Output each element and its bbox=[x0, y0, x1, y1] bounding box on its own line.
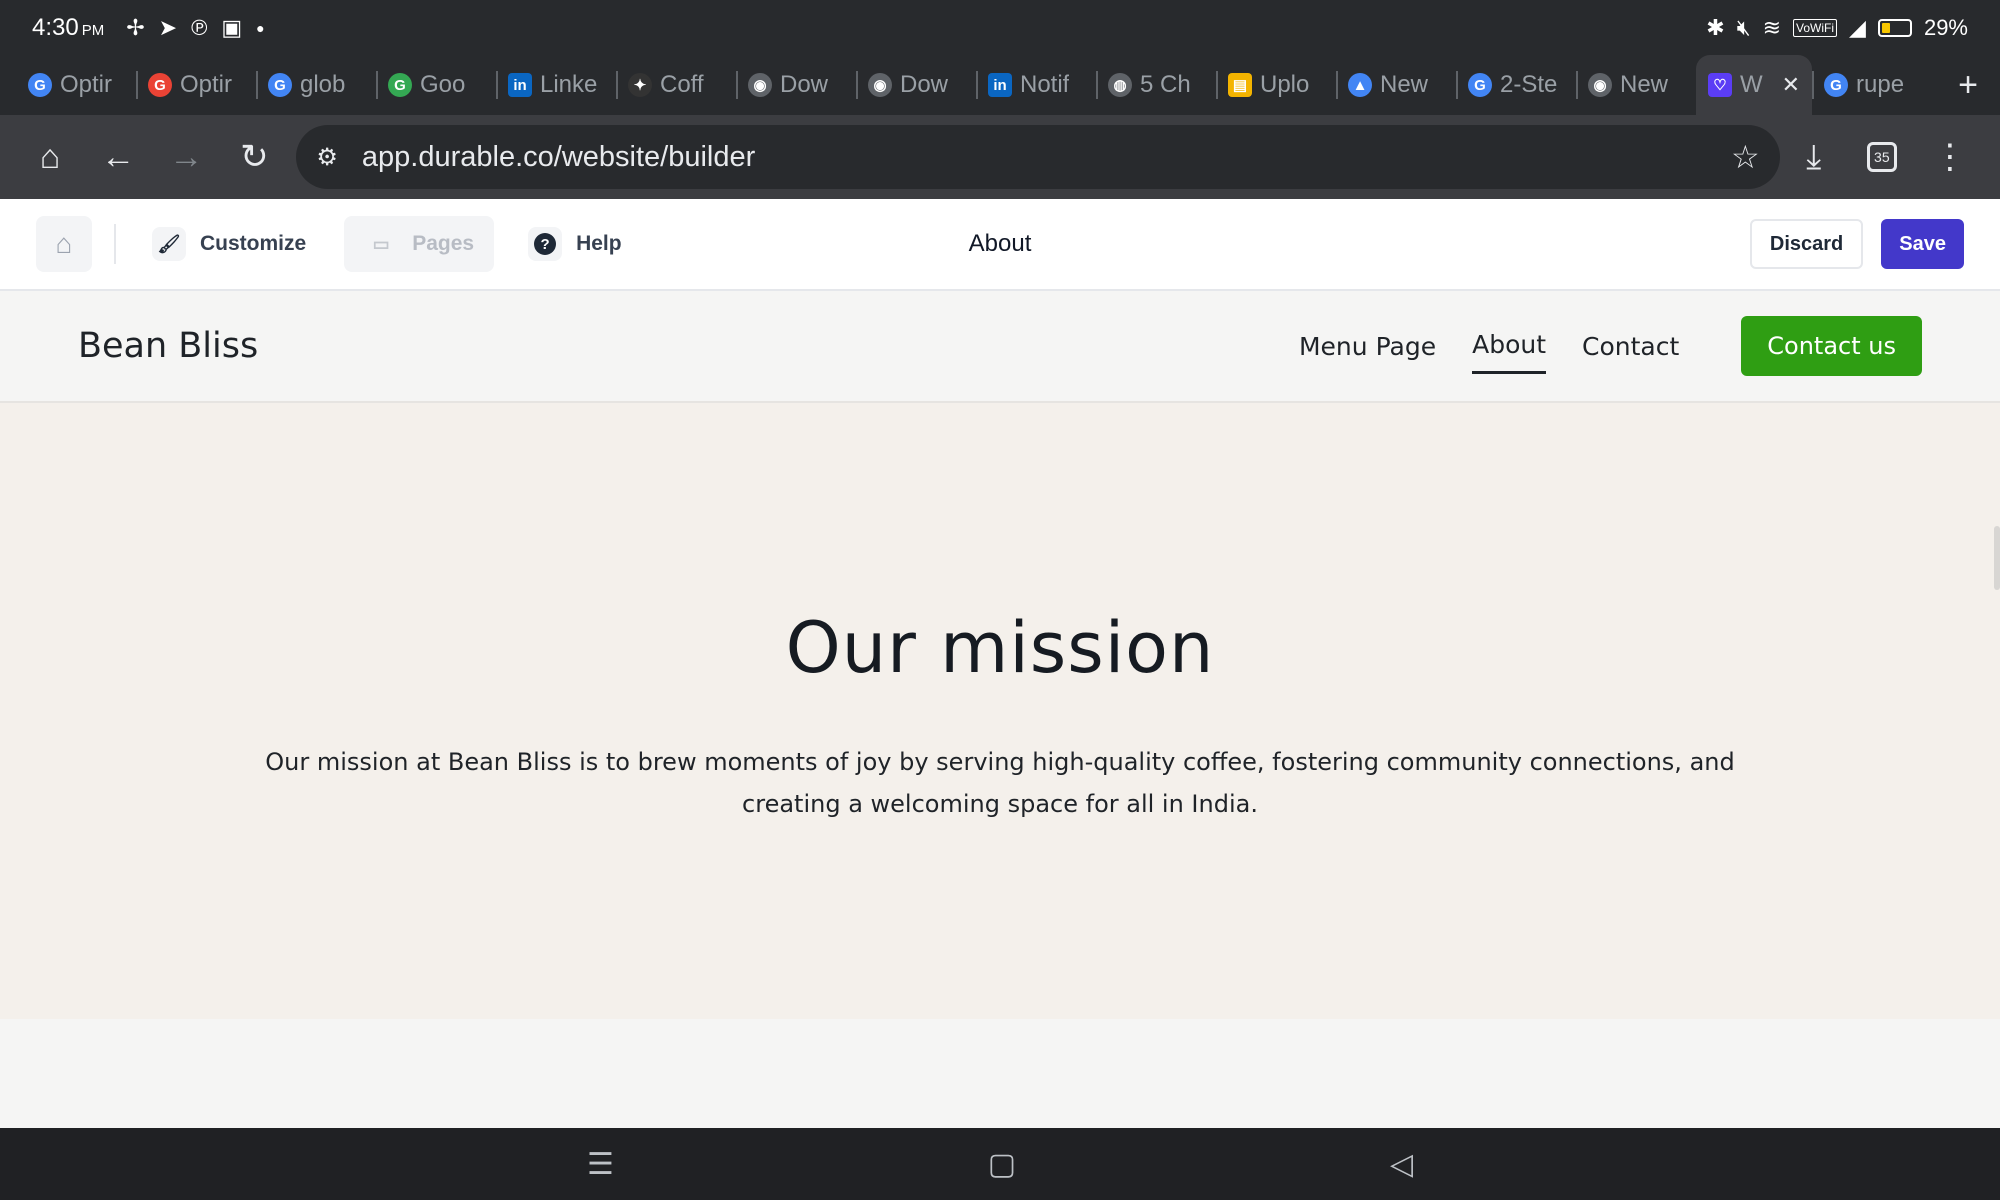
scrollbar-handle[interactable] bbox=[1994, 526, 2000, 590]
tab-favicon-icon: G bbox=[1824, 73, 1848, 97]
browser-tab[interactable]: ◉ New bbox=[1576, 55, 1696, 115]
recents-icon[interactable]: ☰ bbox=[587, 1147, 614, 1182]
website-preview: Bean Bliss Menu Page About Contact Conta… bbox=[0, 291, 2000, 1128]
app-notification-icon: ▣ bbox=[221, 14, 243, 40]
nav-menu-page[interactable]: Menu Page bbox=[1299, 320, 1436, 373]
divider bbox=[114, 224, 116, 264]
browser-tab[interactable]: G Optir bbox=[136, 55, 256, 115]
browser-tab-active[interactable]: ♡ W ✕ bbox=[1696, 55, 1812, 115]
tab-favicon-icon: in bbox=[508, 73, 532, 97]
tab-favicon-icon: ◉ bbox=[748, 73, 772, 97]
site-brand[interactable]: Bean Bliss bbox=[78, 326, 258, 366]
tab-favicon-icon: ◉ bbox=[1588, 73, 1612, 97]
tab-favicon-icon: G bbox=[28, 73, 52, 97]
url-text[interactable]: app.durable.co/website/builder bbox=[362, 141, 755, 174]
builder-toolbar: ⌂ 🖌︎ Customize ▭ Pages ? Help About Disc… bbox=[0, 199, 2000, 291]
browser-tab[interactable]: G 2-Ste bbox=[1456, 55, 1576, 115]
tab-favicon-icon: ▲ bbox=[1348, 73, 1372, 97]
telegram-icon: ➤ bbox=[158, 14, 178, 40]
help-label: Help bbox=[576, 232, 622, 255]
mission-text: Our mission at Bean Bliss is to brew mom… bbox=[265, 748, 1735, 818]
back-triangle-icon[interactable]: ◁ bbox=[1390, 1147, 1413, 1182]
tab-favicon-icon: G bbox=[268, 73, 292, 97]
tab-favicon-icon: ✦ bbox=[628, 73, 652, 97]
more-dot-icon: ● bbox=[256, 19, 265, 36]
battery-icon bbox=[1877, 18, 1912, 37]
mission-title: Our mission bbox=[785, 607, 1215, 689]
browser-tab[interactable]: ◍ 5 Ch bbox=[1096, 55, 1216, 115]
tab-switcher-button[interactable]: 35 bbox=[1848, 121, 1916, 193]
vowifi-badge: VoWiFi bbox=[1793, 18, 1838, 37]
builder-home-button[interactable]: ⌂ bbox=[36, 216, 92, 272]
save-button[interactable]: Save bbox=[1881, 219, 1964, 269]
site-header: Bean Bliss Menu Page About Contact Conta… bbox=[0, 291, 2000, 403]
current-page-title[interactable]: About bbox=[900, 230, 1100, 258]
close-tab-icon[interactable]: ✕ bbox=[1782, 72, 1800, 98]
browser-toolbar: ⌂ ← → ↻ ⚙ app.durable.co/website/builder… bbox=[0, 115, 2000, 199]
pages-label: Pages bbox=[412, 232, 475, 255]
pages-button[interactable]: ▭ Pages bbox=[344, 216, 495, 272]
nav-about[interactable]: About bbox=[1472, 318, 1547, 374]
browser-tab[interactable]: G Optir bbox=[16, 55, 136, 115]
help-icon: ? bbox=[528, 227, 563, 261]
browser-tab[interactable]: Grupe bbox=[1812, 55, 1932, 115]
notification-icons: ✢ ➤ ℗ ▣ ● bbox=[126, 14, 265, 40]
browser-tab[interactable]: in Linke bbox=[496, 55, 616, 115]
pinterest-icon: ℗ bbox=[191, 14, 208, 40]
pages-icon: ▭ bbox=[372, 233, 390, 254]
status-time: 4:30 PM bbox=[32, 13, 105, 41]
tab-favicon-icon: G bbox=[1468, 73, 1492, 97]
browser-tab[interactable]: ▤ Uplo bbox=[1216, 55, 1336, 115]
back-icon[interactable]: ← bbox=[84, 121, 152, 193]
more-menu-icon[interactable]: ⋮ bbox=[1916, 121, 1984, 193]
nav-contact[interactable]: Contact bbox=[1582, 320, 1679, 373]
download-icon[interactable]: ⤓ bbox=[1780, 121, 1848, 193]
tab-strip: G Optir G Optir Gglob G Goo in Linke ✦ Coff ◉… bbox=[0, 55, 2000, 115]
home-icon[interactable]: ⌂ bbox=[16, 121, 84, 193]
home-square-icon[interactable]: ▢ bbox=[988, 1147, 1016, 1182]
browser-tab[interactable]: ✦ Coff bbox=[616, 55, 736, 115]
brush-icon: 🖌︎ bbox=[152, 227, 186, 261]
tab-count: 35 bbox=[1866, 142, 1897, 172]
tab-favicon-icon: ◍ bbox=[1108, 73, 1132, 97]
customize-label: Customize bbox=[200, 232, 307, 255]
wifi-icon: ≋ bbox=[1762, 14, 1782, 40]
tab-favicon-icon: G bbox=[388, 73, 412, 97]
pinwheel-icon: ✢ bbox=[126, 14, 145, 40]
browser-tab[interactable]: ◉ Dow bbox=[736, 55, 856, 115]
new-tab-button[interactable]: + bbox=[1936, 55, 2000, 115]
signal-icon: ◢ bbox=[1849, 14, 1866, 40]
browser-tab[interactable]: ◉ Dow bbox=[856, 55, 976, 115]
tab-favicon-icon: G bbox=[148, 73, 172, 97]
site-settings-icon[interactable]: ⚙ bbox=[316, 143, 338, 172]
mute-icon: 🔇︎ bbox=[1736, 14, 1751, 40]
bluetooth-icon: ✱ bbox=[1706, 14, 1725, 40]
reload-icon[interactable]: ↻ bbox=[220, 121, 288, 193]
forward-icon[interactable]: → bbox=[152, 121, 220, 193]
tab-favicon-icon: ▤ bbox=[1228, 73, 1252, 97]
contact-us-button[interactable]: Contact us bbox=[1741, 316, 1922, 376]
mission-section[interactable]: Our mission Our mission at Bean Bliss is… bbox=[0, 403, 2000, 1019]
customize-button[interactable]: 🖌︎ Customize bbox=[138, 216, 320, 272]
help-button[interactable]: ? Help bbox=[514, 216, 636, 272]
browser-tab[interactable]: ▲ New bbox=[1336, 55, 1456, 115]
status-bar: 4:30 PM ✢ ➤ ℗ ▣ ● ✱ 🔇︎ ≋ VoWiFi ◢ 29% bbox=[0, 0, 2000, 55]
battery-percent: 29% bbox=[1923, 14, 1968, 40]
discard-button[interactable]: Discard bbox=[1749, 219, 1864, 269]
system-navigation-bar: ☰ ▢ ◁ bbox=[0, 1128, 2000, 1200]
browser-tab[interactable]: G Goo bbox=[376, 55, 496, 115]
browser-tab[interactable]: Gglob bbox=[256, 55, 376, 115]
tab-favicon-icon: ♡ bbox=[1708, 73, 1732, 97]
tab-favicon-icon: ◉ bbox=[868, 73, 892, 97]
status-right: ✱ 🔇︎ ≋ VoWiFi ◢ 29% bbox=[1706, 15, 1968, 41]
tab-favicon-icon: in bbox=[988, 73, 1012, 97]
address-bar[interactable]: ⚙ app.durable.co/website/builder ☆ bbox=[296, 125, 1780, 189]
site-nav: Menu Page About Contact Contact us bbox=[1299, 316, 1922, 376]
house-icon: ⌂ bbox=[55, 228, 73, 259]
bookmark-star-icon[interactable]: ☆ bbox=[1731, 138, 1760, 176]
browser-tab[interactable]: in Notif bbox=[976, 55, 1096, 115]
